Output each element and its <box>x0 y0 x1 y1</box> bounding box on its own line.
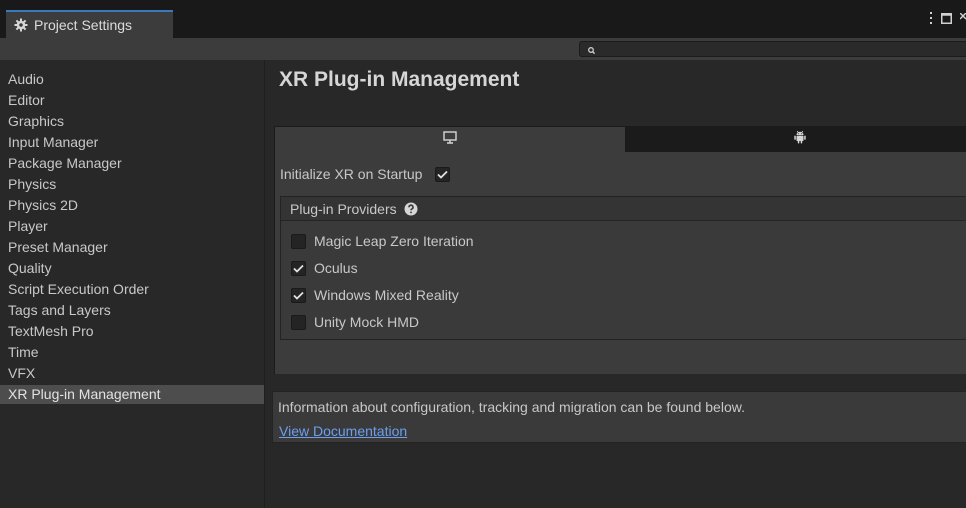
settings-panel: Initialize XR on Startup Plug-in Provide… <box>274 152 966 374</box>
provider-checkbox-unity-mock-hmd[interactable] <box>291 314 306 330</box>
sidebar-item-editor[interactable]: Editor <box>0 91 264 112</box>
plugin-providers-group: Plug-in Providers Magic Leap Zero Iterat… <box>280 196 966 340</box>
initialize-xr-label: Initialize XR on Startup <box>280 166 423 182</box>
initialize-xr-checkbox[interactable] <box>435 166 451 182</box>
sidebar-item-physics[interactable]: Physics <box>0 175 264 196</box>
search-icon <box>586 43 598 55</box>
close-icon[interactable] <box>960 13 966 23</box>
provider-label: Oculus <box>314 260 358 276</box>
tab-desktop[interactable] <box>274 126 626 152</box>
plugin-providers-header: Plug-in Providers <box>281 197 966 221</box>
sidebar-item-preset-manager[interactable]: Preset Manager <box>0 238 264 259</box>
sidebar-list: Audio Editor Graphics Input Manager Pack… <box>0 70 264 404</box>
provider-label: Unity Mock HMD <box>314 314 420 330</box>
view-documentation-link[interactable]: View Documentation <box>279 423 407 439</box>
provider-checkbox-magic-leap[interactable] <box>291 233 306 249</box>
maximize-icon[interactable] <box>941 12 952 24</box>
settings-sidebar: Audio Editor Graphics Input Manager Pack… <box>0 60 265 508</box>
sidebar-item-xr-plugin-management[interactable]: XR Plug-in Management <box>0 385 264 404</box>
window-controls <box>929 12 966 24</box>
provider-unity-mock-hmd: Unity Mock HMD <box>291 314 419 330</box>
sidebar-item-time[interactable]: Time <box>0 343 264 364</box>
provider-oculus: Oculus <box>291 260 358 276</box>
provider-label: Magic Leap Zero Iteration <box>314 233 474 249</box>
help-icon[interactable] <box>404 202 418 216</box>
tab-title: Project Settings <box>34 17 133 33</box>
platform-tabs <box>274 126 966 152</box>
android-icon <box>794 130 806 149</box>
provider-checkbox-windows-mixed-reality[interactable] <box>291 287 306 303</box>
provider-windows-mixed-reality: Windows Mixed Reality <box>291 287 459 303</box>
sidebar-item-input-manager[interactable]: Input Manager <box>0 133 264 154</box>
sidebar-item-graphics[interactable]: Graphics <box>0 112 264 133</box>
toolbar <box>0 38 966 60</box>
info-box: Information about configuration, trackin… <box>272 391 966 443</box>
info-text: Information about configuration, trackin… <box>278 399 745 415</box>
sidebar-item-player[interactable]: Player <box>0 217 264 238</box>
gear-icon <box>14 18 28 32</box>
search-input[interactable] <box>600 42 960 56</box>
project-settings-window: Project Settings Audio Editor Graphics I… <box>0 0 966 508</box>
title-bar: Project Settings <box>0 0 966 38</box>
plugin-providers-title: Plug-in Providers <box>290 200 397 217</box>
page-title: XR Plug-in Management <box>279 68 520 91</box>
sidebar-item-package-manager[interactable]: Package Manager <box>0 154 264 175</box>
sidebar-item-vfx[interactable]: VFX <box>0 364 264 385</box>
project-settings-tab[interactable]: Project Settings <box>6 10 173 38</box>
search-box[interactable] <box>579 41 966 57</box>
provider-checkbox-oculus[interactable] <box>291 260 306 276</box>
provider-label: Windows Mixed Reality <box>314 287 459 303</box>
provider-magic-leap: Magic Leap Zero Iteration <box>291 233 474 249</box>
desktop-icon <box>443 130 457 149</box>
sidebar-item-tags-and-layers[interactable]: Tags and Layers <box>0 301 264 322</box>
initialize-xr-row: Initialize XR on Startup <box>280 166 451 182</box>
settings-content: XR Plug-in Management Initialize XR on S… <box>266 60 966 508</box>
sidebar-item-script-execution-order[interactable]: Script Execution Order <box>0 280 264 301</box>
sidebar-item-quality[interactable]: Quality <box>0 259 264 280</box>
sidebar-item-textmesh-pro[interactable]: TextMesh Pro <box>0 322 264 343</box>
more-options-icon[interactable] <box>929 12 933 24</box>
tab-android[interactable] <box>626 126 966 152</box>
sidebar-item-physics-2d[interactable]: Physics 2D <box>0 196 264 217</box>
sidebar-item-audio[interactable]: Audio <box>0 70 264 91</box>
